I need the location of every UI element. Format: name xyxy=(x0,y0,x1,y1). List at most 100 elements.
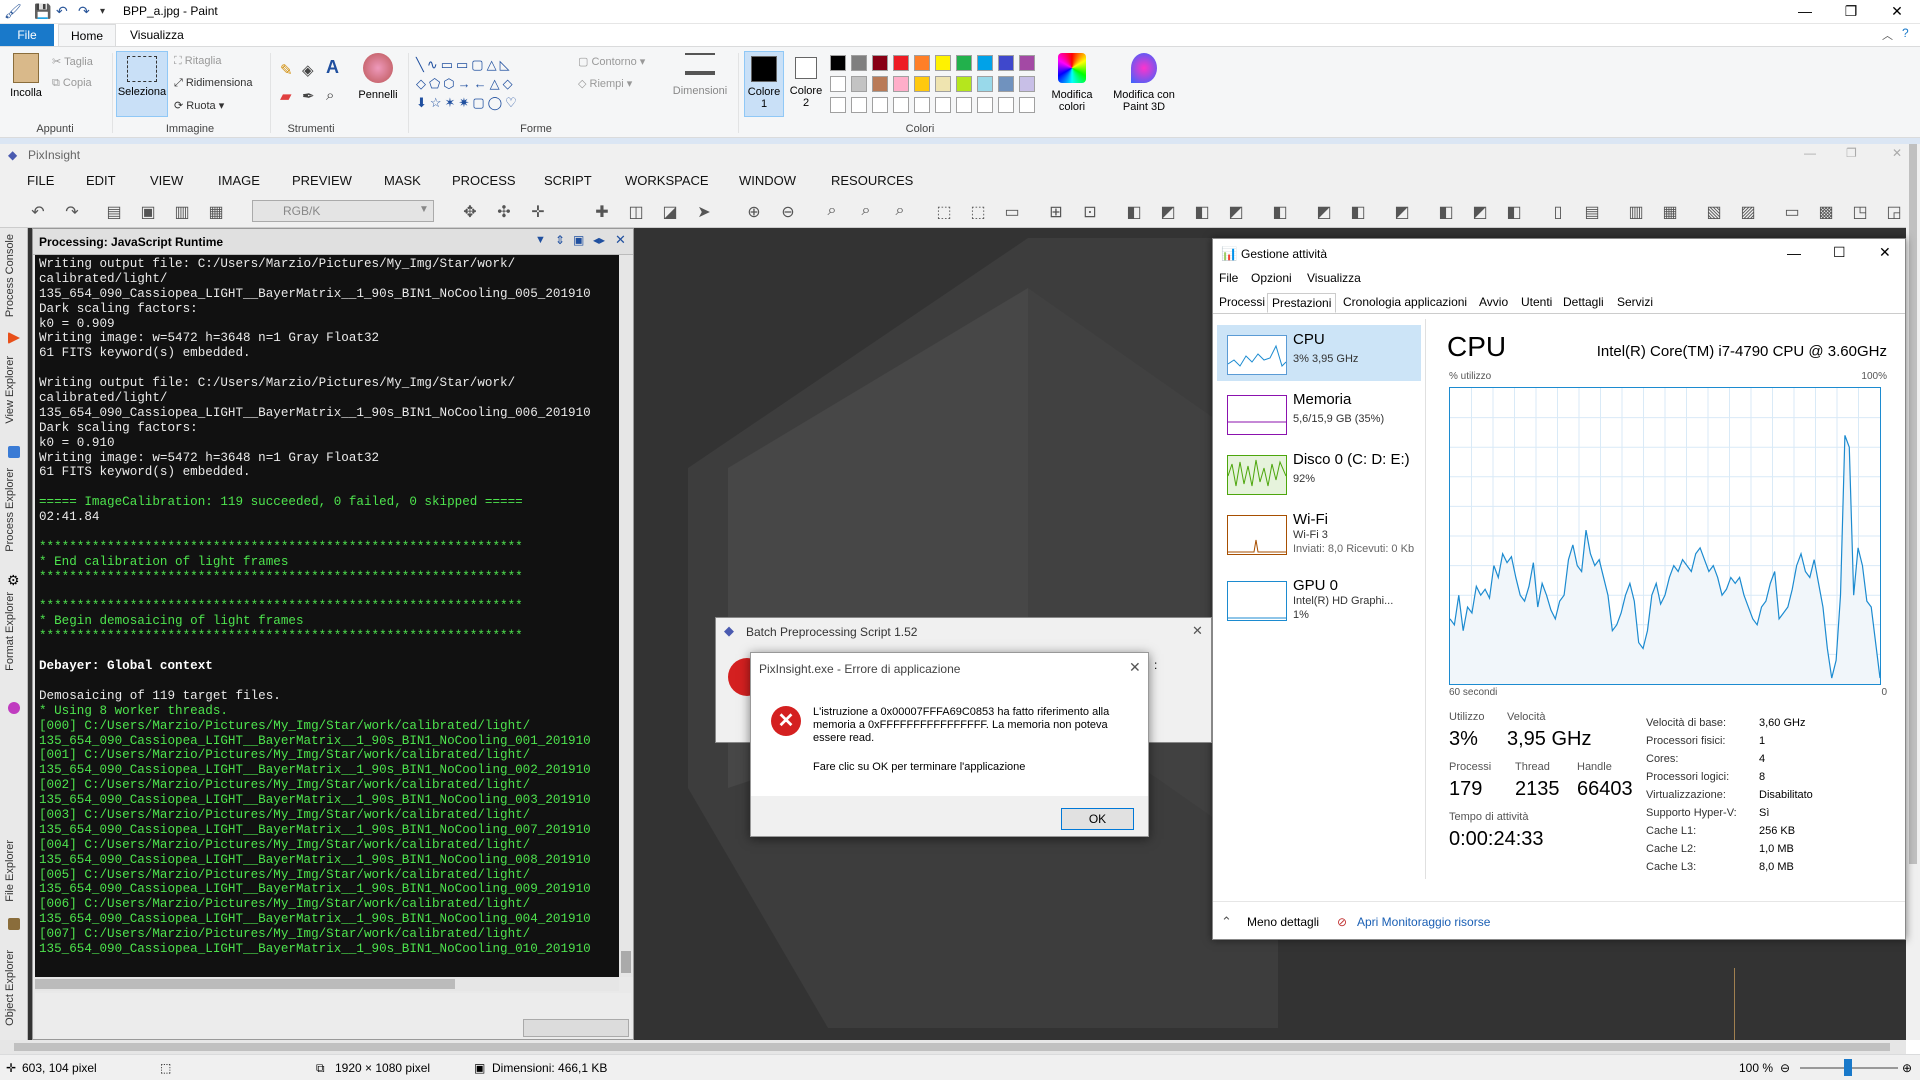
close-icon[interactable]: ✕ xyxy=(1192,623,1203,639)
fill-button[interactable]: ◇ Riempi ▾ xyxy=(578,77,632,90)
toolbar-icon[interactable]: ▯ xyxy=(1548,202,1568,222)
custom-color-swatch[interactable] xyxy=(830,97,846,113)
rotate-button[interactable]: ⟳ Ruota ▾ xyxy=(174,99,224,112)
toolbar-icon[interactable]: ◩ xyxy=(1314,202,1334,222)
menu-file[interactable]: FILE xyxy=(27,173,54,188)
toolbar-icon[interactable]: ▦ xyxy=(206,202,226,222)
menu-mask[interactable]: MASK xyxy=(384,173,421,188)
paint-horizontal-scrollbar[interactable] xyxy=(0,1040,1906,1054)
tm-menu-view[interactable]: Visualizza xyxy=(1307,271,1361,285)
palette-swatch[interactable] xyxy=(977,55,993,71)
move-icon[interactable]: ✥ xyxy=(460,202,480,222)
menu-edit[interactable]: EDIT xyxy=(86,173,116,188)
pencil-icon[interactable]: ✎ xyxy=(280,61,293,79)
resource-gpu[interactable]: GPU 0 Intel(R) HD Graphi... 1% xyxy=(1217,571,1421,627)
color2-button[interactable]: Colore 2 xyxy=(788,51,824,109)
tm-menu-file[interactable]: File xyxy=(1219,271,1238,285)
dock-icon[interactable]: ◂▸ xyxy=(593,233,605,247)
pi-close-button[interactable]: ✕ xyxy=(1892,146,1902,160)
color1-button[interactable]: Colore 1 xyxy=(744,51,784,117)
crop-button[interactable]: ⛶ Ritaglia xyxy=(174,55,221,68)
resource-wifi[interactable]: Wi-Fi Wi-Fi 3 Inviati: 8,0 Ricevuti: 0 K… xyxy=(1217,505,1427,561)
menu-image[interactable]: IMAGE xyxy=(218,173,260,188)
toolbar-icon[interactable]: ▧ xyxy=(1704,202,1724,222)
zoom-in-icon[interactable]: ⊕ xyxy=(1902,1061,1912,1075)
tab-file[interactable]: File xyxy=(0,24,54,46)
toolbar-icon[interactable]: ▦ xyxy=(1660,202,1680,222)
toolbar-icon[interactable]: ⊡ xyxy=(1080,202,1100,222)
less-details-link[interactable]: Meno dettagli xyxy=(1247,915,1319,929)
tab-process-explorer[interactable]: Process Explorer xyxy=(4,468,16,552)
pointer-icon[interactable]: ➤ xyxy=(694,202,714,222)
undo-icon[interactable]: ↶ xyxy=(28,202,48,222)
toolbar-icon[interactable]: ▥ xyxy=(172,202,192,222)
resource-memory[interactable]: Memoria 5,6/15,9 GB (35%) xyxy=(1217,385,1421,441)
tab-object-explorer[interactable]: Object Explorer xyxy=(4,950,16,1026)
size-button[interactable]: Dimensioni xyxy=(668,53,732,97)
readout-icon[interactable]: ✚ xyxy=(592,202,612,222)
console-action-button[interactable] xyxy=(523,1019,629,1037)
toolbar-icon[interactable]: ◧ xyxy=(1504,202,1524,222)
edit-colors-button[interactable]: Modifica colori xyxy=(1046,53,1098,113)
palette-swatch[interactable] xyxy=(851,55,867,71)
custom-color-swatch[interactable] xyxy=(851,97,867,113)
custom-color-swatch[interactable] xyxy=(998,97,1014,113)
toolbar-icon[interactable]: ▣ xyxy=(138,202,158,222)
tab-view-explorer[interactable]: View Explorer xyxy=(4,356,16,424)
text-icon[interactable]: A xyxy=(326,57,339,78)
cut-button[interactable]: ✂ Taglia xyxy=(52,55,93,68)
color-picker-icon[interactable]: ✒ xyxy=(302,87,315,105)
tab-startup[interactable]: Avvio xyxy=(1475,293,1512,313)
zoom-in-icon[interactable]: ⊕ xyxy=(744,202,764,222)
menu-window[interactable]: WINDOW xyxy=(739,173,796,188)
palette-swatch[interactable] xyxy=(914,55,930,71)
tm-menu-options[interactable]: Opzioni xyxy=(1251,271,1292,285)
shapes-gallery[interactable]: ╲∿▭▭▢△◺ ◇⬠⬡→←△◇ ⬇☆✶✷▢◯♡ xyxy=(416,55,556,113)
tm-maximize-button[interactable]: ☐ xyxy=(1833,244,1846,261)
palette-swatch[interactable] xyxy=(1019,55,1035,71)
toolbar-icon[interactable]: ◧ xyxy=(1348,202,1368,222)
tm-close-button[interactable]: ✕ xyxy=(1879,244,1891,261)
palette-swatch[interactable] xyxy=(893,55,909,71)
toolbar-icon[interactable]: ◪ xyxy=(660,202,680,222)
zoom-out-icon[interactable]: ⊖ xyxy=(1780,1061,1790,1075)
toolbar-icon[interactable]: ◫ xyxy=(626,202,646,222)
help-icon[interactable]: ? xyxy=(1902,26,1909,40)
close-icon[interactable]: ✕ xyxy=(1129,659,1141,676)
fill-icon[interactable]: ◈ xyxy=(302,61,314,79)
maximize-button[interactable]: ❐ xyxy=(1828,0,1874,24)
shade-icon[interactable]: ▣ xyxy=(573,233,584,247)
scroll-thumb[interactable] xyxy=(1909,144,1917,864)
palette-swatch[interactable] xyxy=(1019,76,1035,92)
resource-disk[interactable]: Disco 0 (C: D: E:) 92% xyxy=(1217,445,1421,501)
toolbar-icon[interactable]: ▤ xyxy=(104,202,124,222)
toolbar-icon[interactable]: ◩ xyxy=(1470,202,1490,222)
tab-services[interactable]: Servizi xyxy=(1613,293,1657,313)
toolbar-icon[interactable]: ▤ xyxy=(1582,202,1602,222)
tab-process-console[interactable]: Process Console xyxy=(4,234,16,317)
menu-resources[interactable]: RESOURCES xyxy=(831,173,913,188)
custom-color-swatch[interactable] xyxy=(956,97,972,113)
select-button[interactable]: Seleziona xyxy=(116,51,168,117)
palette-swatch[interactable] xyxy=(830,76,846,92)
custom-color-swatch[interactable] xyxy=(1019,97,1035,113)
custom-color-swatch[interactable] xyxy=(935,97,951,113)
toolbar-icon[interactable]: ▩ xyxy=(1816,202,1836,222)
color-space-select[interactable]: RGB/K ▼ xyxy=(252,200,434,222)
menu-script[interactable]: SCRIPT xyxy=(544,173,592,188)
chevron-down-icon[interactable]: ▼ xyxy=(535,234,546,246)
collapse-ribbon-icon[interactable]: ︿ xyxy=(1882,27,1893,43)
redo-icon[interactable]: ↷ xyxy=(62,202,82,222)
save-icon[interactable]: 💾 xyxy=(34,3,51,20)
menu-preview[interactable]: PREVIEW xyxy=(292,173,352,188)
scroll-thumb[interactable] xyxy=(621,951,631,973)
toolbar-icon[interactable]: ▭ xyxy=(1002,202,1022,222)
palette-swatch[interactable] xyxy=(851,76,867,92)
palette-swatch[interactable] xyxy=(872,76,888,92)
ok-button[interactable]: OK xyxy=(1061,808,1134,830)
tab-processes[interactable]: Processi xyxy=(1215,293,1269,313)
magnifier-icon[interactable]: ⌕ xyxy=(326,87,334,104)
toolbar-icon[interactable]: ◩ xyxy=(1392,202,1412,222)
brushes-button[interactable]: Pennelli xyxy=(354,53,402,101)
toolbar-icon[interactable]: ⊞ xyxy=(1046,202,1066,222)
